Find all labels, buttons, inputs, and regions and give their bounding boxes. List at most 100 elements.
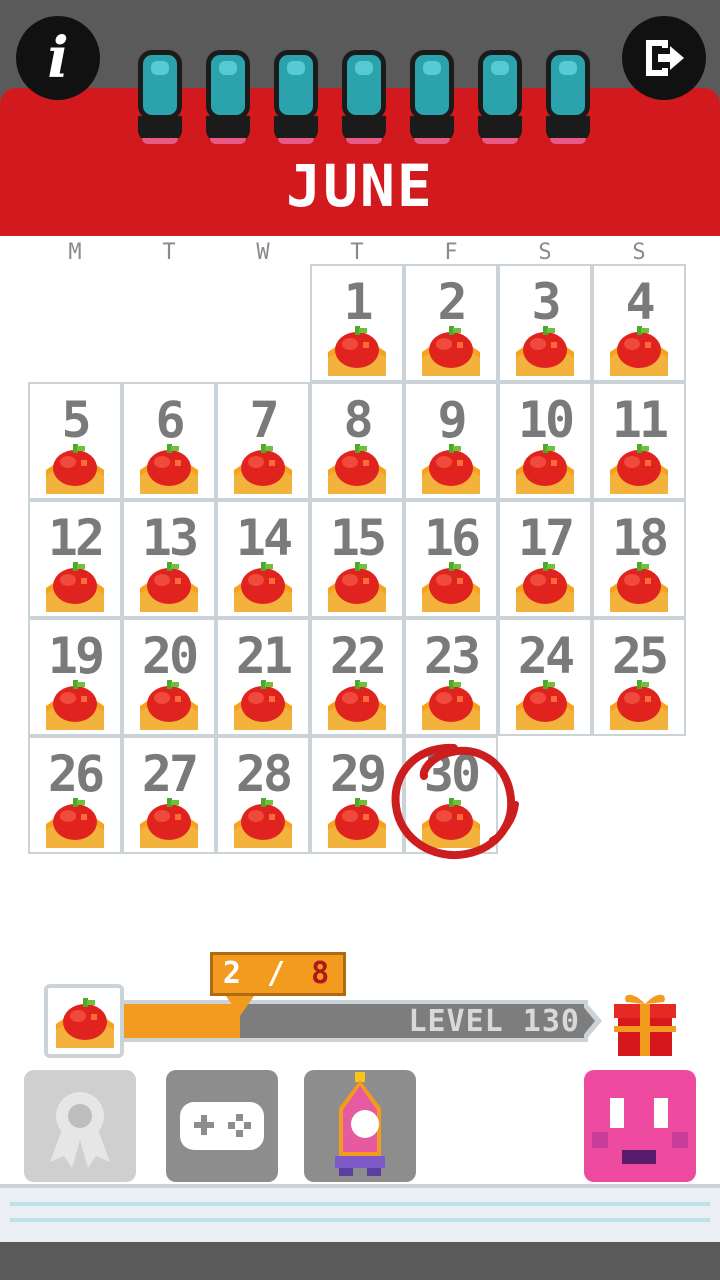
- progress-counter: 2 / 8: [210, 952, 346, 996]
- weekday-label: T: [350, 240, 364, 265]
- book-pages-edge: [0, 1184, 720, 1242]
- character-button[interactable]: [304, 1070, 416, 1182]
- day-cell[interactable]: 1: [310, 264, 404, 382]
- day-number: 5: [61, 391, 91, 449]
- binder-ring: [410, 50, 454, 146]
- weekday-label: F: [444, 240, 458, 265]
- binder-ring: [546, 50, 590, 146]
- apple-icon: [54, 996, 116, 1048]
- day-number: 7: [249, 391, 279, 449]
- day-cell[interactable]: 9: [404, 382, 498, 500]
- day-cell[interactable]: 7: [216, 382, 310, 500]
- day-cell[interactable]: 14: [216, 500, 310, 618]
- apple-icon: [514, 442, 576, 494]
- day-number: 11: [611, 391, 669, 449]
- day-cell[interactable]: 8: [310, 382, 404, 500]
- day-number: 2: [437, 273, 467, 331]
- day-cell[interactable]: 24: [498, 618, 592, 736]
- binder-ring: [138, 50, 182, 146]
- apple-icon: [608, 442, 670, 494]
- weekday-label: W: [256, 240, 270, 265]
- weekday-label: M: [68, 240, 82, 265]
- games-button[interactable]: [166, 1070, 278, 1182]
- day-cell[interactable]: 27: [122, 736, 216, 854]
- binder-ring: [342, 50, 386, 146]
- apple-icon: [420, 678, 482, 730]
- day-number: 1: [343, 273, 373, 331]
- apple-icon: [514, 324, 576, 376]
- day-cell[interactable]: 2: [404, 264, 498, 382]
- day-cell[interactable]: 11: [592, 382, 686, 500]
- apple-icon: [138, 560, 200, 612]
- day-number: 17: [517, 509, 575, 567]
- apple-icon: [232, 560, 294, 612]
- info-icon: i: [47, 25, 69, 91]
- day-cell[interactable]: 23: [404, 618, 498, 736]
- day-cell[interactable]: 18: [592, 500, 686, 618]
- gamepad-icon: [180, 1102, 264, 1150]
- day-cell[interactable]: 25: [592, 618, 686, 736]
- apple-icon: [514, 678, 576, 730]
- apple-icon: [514, 560, 576, 612]
- day-number: 3: [531, 273, 561, 331]
- apple-icon: [232, 442, 294, 494]
- apple-icon: [232, 796, 294, 848]
- day-number: 28: [235, 745, 293, 803]
- apple-icon: [44, 678, 106, 730]
- day-cell[interactable]: 10: [498, 382, 592, 500]
- day-cell[interactable]: 20: [122, 618, 216, 736]
- progress-separator: /: [266, 956, 290, 991]
- exit-button[interactable]: [622, 16, 706, 100]
- exit-icon: [646, 40, 684, 76]
- day-number: 20: [141, 627, 199, 685]
- progress-counter-pointer: [226, 996, 254, 1016]
- character-icon: [335, 1072, 385, 1176]
- apple-icon: [326, 678, 388, 730]
- day-number: 25: [611, 627, 669, 685]
- day-cell[interactable]: 3: [498, 264, 592, 382]
- day-cell[interactable]: 21: [216, 618, 310, 736]
- day-number: 16: [423, 509, 481, 567]
- apple-icon: [420, 442, 482, 494]
- apple-icon: [420, 324, 482, 376]
- day-number: 9: [437, 391, 467, 449]
- apple-icon: [44, 796, 106, 848]
- day-number: 12: [47, 509, 105, 567]
- achievements-button[interactable]: [24, 1070, 136, 1182]
- day-cell[interactable]: 22: [310, 618, 404, 736]
- apple-icon: [608, 324, 670, 376]
- apple-icon: [326, 796, 388, 848]
- day-cell[interactable]: 15: [310, 500, 404, 618]
- day-cell[interactable]: 13: [122, 500, 216, 618]
- profile-button[interactable]: [584, 1070, 696, 1182]
- apple-icon: [44, 560, 106, 612]
- ribbon-icon: [50, 1092, 110, 1168]
- progress-current: 2: [222, 956, 245, 991]
- page-edge-line: [10, 1202, 710, 1206]
- day-number: 15: [329, 509, 387, 567]
- daily-apple-box: [44, 984, 124, 1058]
- day-cell[interactable]: 12: [28, 500, 122, 618]
- apple-icon: [44, 442, 106, 494]
- month-title: JUNE: [286, 152, 434, 220]
- day-cell[interactable]: 4: [592, 264, 686, 382]
- day-cell[interactable]: 5: [28, 382, 122, 500]
- day-number: 18: [611, 509, 669, 567]
- gift-icon[interactable]: [612, 986, 678, 1058]
- day-cell[interactable]: 6: [122, 382, 216, 500]
- day-cell[interactable]: 19: [28, 618, 122, 736]
- day-number: 26: [47, 745, 105, 803]
- info-button[interactable]: i: [16, 16, 100, 100]
- weekday-label: T: [162, 240, 176, 265]
- day-cell[interactable]: 28: [216, 736, 310, 854]
- today-circle-mark: [391, 743, 519, 859]
- apple-icon: [138, 678, 200, 730]
- day-number: 10: [517, 391, 575, 449]
- day-cell[interactable]: 26: [28, 736, 122, 854]
- apple-icon: [232, 678, 294, 730]
- day-cell[interactable]: 16: [404, 500, 498, 618]
- day-cell[interactable]: 17: [498, 500, 592, 618]
- apple-icon: [138, 442, 200, 494]
- apple-icon: [326, 560, 388, 612]
- day-number: 4: [625, 273, 655, 331]
